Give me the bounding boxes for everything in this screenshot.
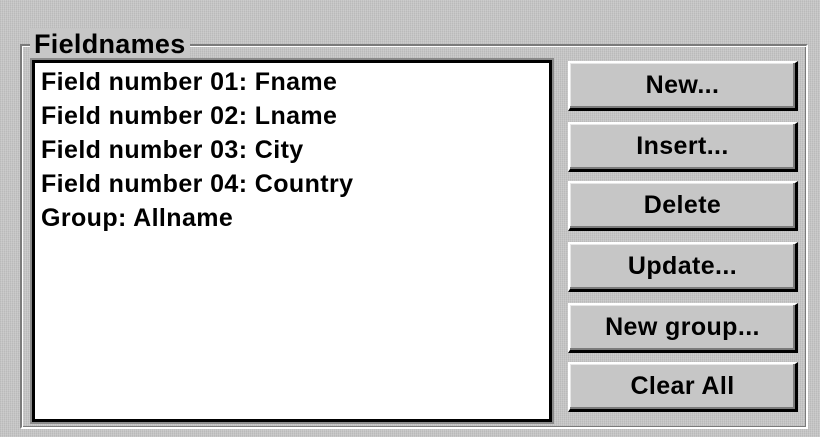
list-item-field-04[interactable]: Field number 04: Country	[41, 167, 549, 201]
update-button[interactable]: Update...	[568, 242, 798, 292]
fieldnames-dialog: Fieldnames Field number 01: Fname Field …	[0, 0, 820, 437]
delete-button[interactable]: Delete	[568, 181, 798, 231]
new-button[interactable]: New...	[568, 61, 798, 111]
list-item-field-01[interactable]: Field number 01: Fname	[41, 65, 549, 99]
new-group-button-label: New group...	[605, 313, 760, 341]
clear-all-button[interactable]: Clear All	[568, 362, 798, 412]
group-box-title: Fieldnames	[30, 28, 190, 60]
list-item-field-03[interactable]: Field number 03: City	[41, 133, 549, 167]
clear-all-button-label: Clear All	[630, 372, 735, 400]
list-item-field-02[interactable]: Field number 02: Lname	[41, 99, 549, 133]
fieldnames-listbox[interactable]: Field number 01: Fname Field number 02: …	[30, 58, 554, 424]
new-button-label: New...	[645, 71, 720, 99]
list-item-group[interactable]: Group: Allname	[41, 201, 549, 235]
insert-button[interactable]: Insert...	[568, 122, 798, 172]
delete-button-label: Delete	[643, 191, 722, 219]
insert-button-label: Insert...	[636, 132, 729, 160]
new-group-button[interactable]: New group...	[568, 303, 798, 353]
update-button-label: Update...	[627, 252, 738, 280]
